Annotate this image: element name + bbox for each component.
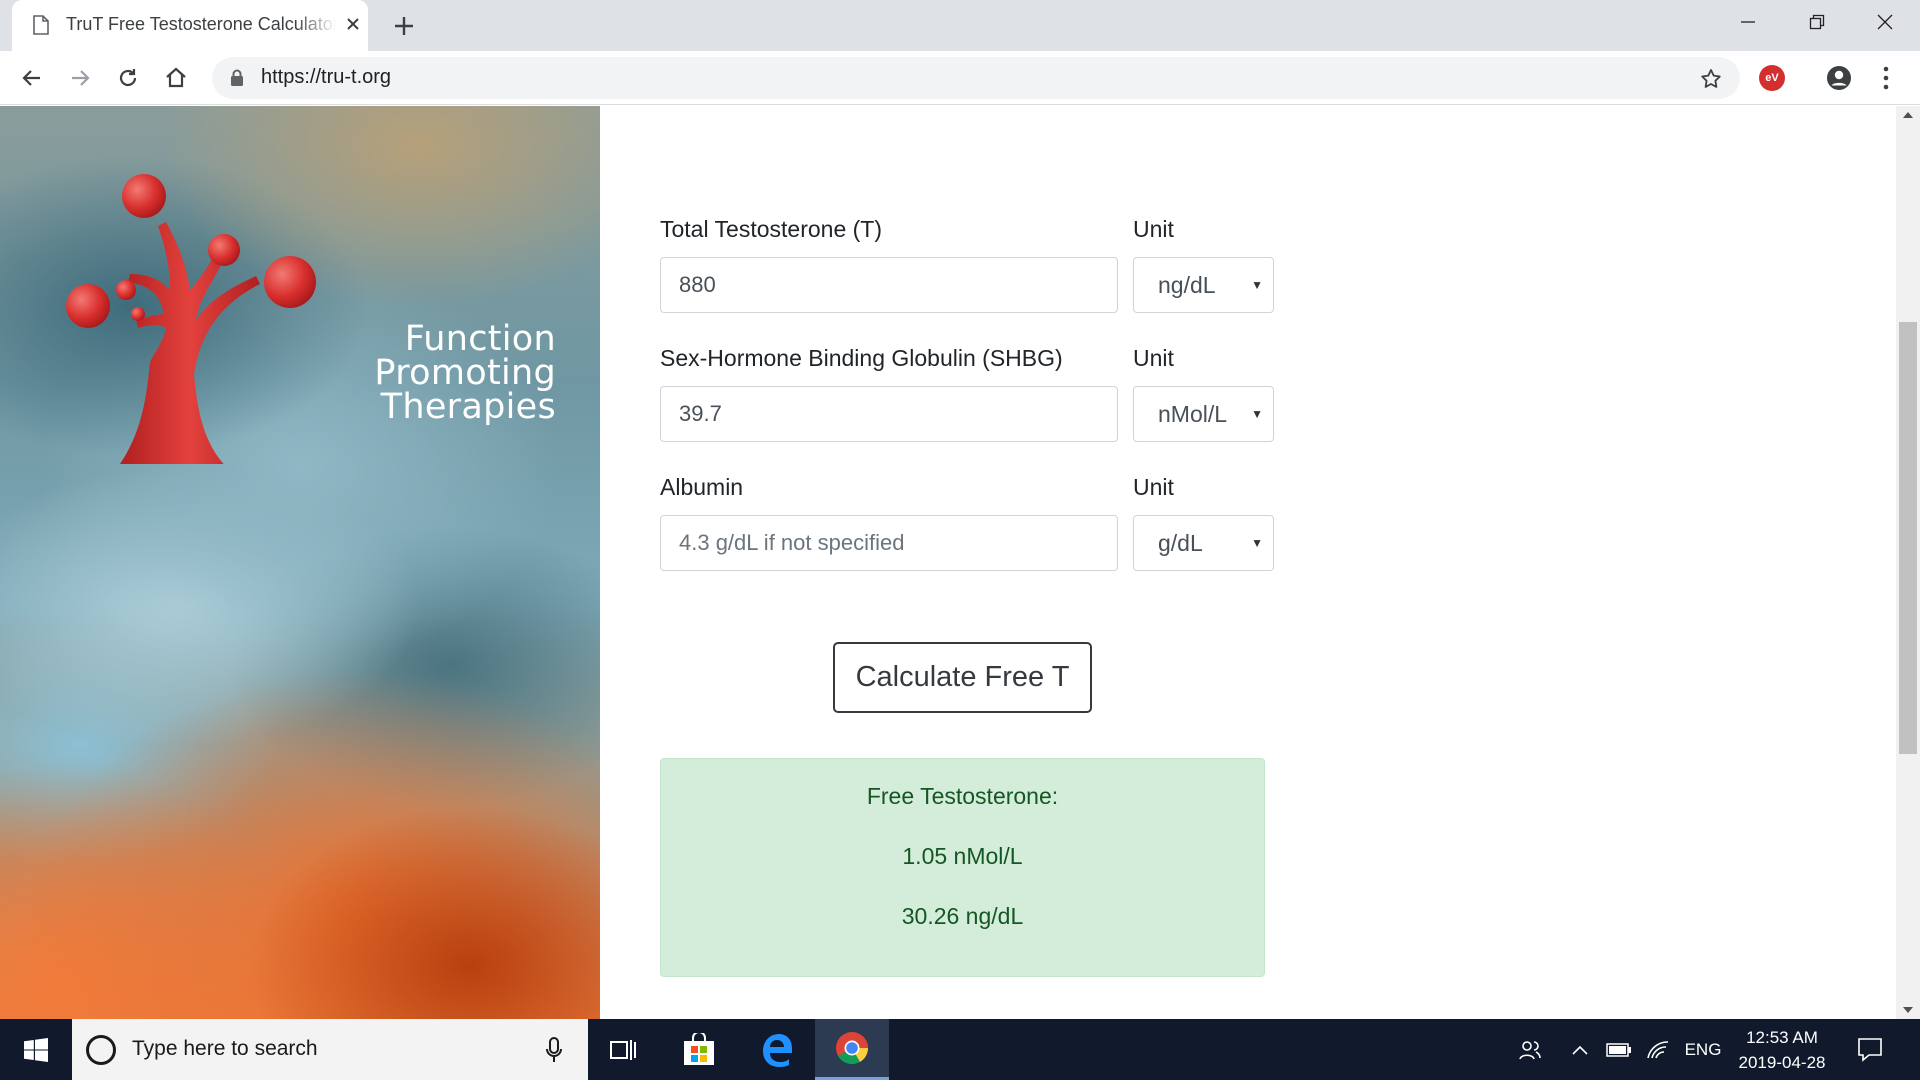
battery-icon xyxy=(1606,1042,1631,1057)
page-viewport: Function Promoting Therapies Total Testo… xyxy=(0,106,1920,1019)
page-icon xyxy=(33,15,49,35)
minimize-icon xyxy=(1741,21,1755,23)
extension-icon[interactable]: eV xyxy=(1759,65,1785,91)
back-button[interactable] xyxy=(17,63,47,93)
browser-tab[interactable]: TruT Free Testosterone Calculator xyxy=(12,0,368,51)
home-button[interactable] xyxy=(161,63,191,93)
hero-panel: Function Promoting Therapies xyxy=(0,106,600,1019)
clock-date: 2019-04-28 xyxy=(1738,1053,1826,1072)
wifi-icon xyxy=(1647,1040,1669,1058)
shbg-unit-value: nMol/L xyxy=(1158,400,1228,427)
caret-down-icon: ▼ xyxy=(1251,407,1263,421)
caret-down-icon: ▼ xyxy=(1251,278,1263,292)
clock[interactable]: 12:53 AM 2019-04-28 xyxy=(1730,1025,1834,1075)
result-heading: Free Testosterone: xyxy=(866,783,1059,809)
reload-button[interactable] xyxy=(113,63,143,93)
scroll-up-arrow-icon[interactable] xyxy=(1903,112,1913,118)
task-view-button[interactable] xyxy=(586,1019,660,1080)
caret-down-icon: ▼ xyxy=(1251,536,1263,550)
shbg-unit-select[interactable]: nMol/L ▼ xyxy=(1133,386,1274,442)
tab-strip: TruT Free Testosterone Calculator xyxy=(0,0,1920,51)
result-panel: Free Testosterone: 1.05 nMol/L 30.26 ng/… xyxy=(660,758,1265,977)
restore-button[interactable] xyxy=(1782,0,1852,44)
taskbar-search[interactable]: Type here to search xyxy=(72,1019,588,1080)
taskbar-search-placeholder: Type here to search xyxy=(132,1037,318,1060)
chrome-button[interactable] xyxy=(815,1019,889,1080)
scroll-thumb[interactable] xyxy=(1899,322,1917,754)
address-bar[interactable]: https://tru-t.org xyxy=(212,57,1740,99)
arrow-left-icon xyxy=(22,70,40,86)
edge-icon xyxy=(763,1033,792,1067)
chevron-up-icon xyxy=(1572,1045,1588,1055)
total-t-input[interactable]: 880 xyxy=(660,257,1118,313)
calculate-free-t-button[interactable]: Calculate Free T xyxy=(833,642,1092,713)
taskbar: Type here to search ENG 12:53 AM 2019-04… xyxy=(0,1019,1920,1080)
store-button[interactable] xyxy=(662,1019,736,1080)
microphone-icon[interactable] xyxy=(544,1036,564,1064)
people-icon xyxy=(1519,1040,1541,1059)
restore-icon xyxy=(1809,14,1825,30)
albumin-input[interactable]: 4.3 g/dL if not specified xyxy=(660,515,1118,571)
page-scrollbar[interactable] xyxy=(1896,106,1920,1019)
albumin-label: Albumin xyxy=(660,474,744,500)
cortana-icon xyxy=(86,1035,116,1065)
result-ngdl: 30.26 ng/dL xyxy=(901,903,1024,929)
reload-icon xyxy=(119,69,137,87)
arrow-right-icon xyxy=(72,70,90,86)
people-button[interactable] xyxy=(1510,1019,1550,1080)
albumin-unit-label: Unit xyxy=(1133,474,1174,500)
result-nmol: 1.05 nMol/L xyxy=(902,843,1023,869)
battery-button[interactable] xyxy=(1602,1019,1636,1080)
logo-line-2: Therapies xyxy=(380,387,556,427)
more-menu-icon[interactable] xyxy=(1876,65,1896,91)
total-t-unit-value: ng/dL xyxy=(1158,271,1216,298)
new-tab-icon[interactable] xyxy=(390,12,418,40)
url-text[interactable]: https://tru-t.org xyxy=(261,66,391,89)
scroll-down-arrow-icon[interactable] xyxy=(1903,1007,1913,1013)
logo-line-1: Function Promoting xyxy=(374,319,556,393)
lock-icon[interactable] xyxy=(230,69,244,87)
start-button[interactable] xyxy=(0,1019,72,1080)
logo-text: Function Promoting Therapies xyxy=(212,319,556,427)
tab-title: TruT Free Testosterone Calculator xyxy=(66,14,336,34)
task-view-icon xyxy=(610,1039,636,1060)
edge-button[interactable] xyxy=(740,1019,814,1080)
minimize-button[interactable] xyxy=(1713,0,1783,44)
forward-button[interactable] xyxy=(65,63,95,93)
total-t-unit-select[interactable]: ng/dL ▼ xyxy=(1133,257,1274,313)
albumin-unit-value: g/dL xyxy=(1158,529,1203,556)
total-t-label: Total Testosterone (T) xyxy=(660,216,883,242)
close-tab-icon[interactable] xyxy=(342,13,364,35)
show-hidden-icons-button[interactable] xyxy=(1565,1019,1595,1080)
albumin-unit-select[interactable]: g/dL ▼ xyxy=(1133,515,1274,571)
bookmark-star-icon[interactable] xyxy=(1699,67,1723,91)
windows-logo-icon xyxy=(24,1037,48,1062)
shbg-input[interactable]: 39.7 xyxy=(660,386,1118,442)
chrome-icon xyxy=(836,1032,869,1065)
network-button[interactable] xyxy=(1642,1019,1674,1080)
close-window-button[interactable] xyxy=(1850,0,1920,44)
browser-toolbar: https://tru-t.org eV xyxy=(0,51,1920,105)
clock-time: 12:53 AM xyxy=(1746,1028,1818,1047)
total-t-unit-label: Unit xyxy=(1133,216,1174,242)
language-indicator[interactable]: ENG xyxy=(1680,1019,1726,1080)
shbg-label: Sex-Hormone Binding Globulin (SHBG) xyxy=(660,345,1063,371)
home-icon xyxy=(166,67,186,88)
close-icon xyxy=(1877,14,1893,30)
notification-center-icon[interactable] xyxy=(1856,1035,1884,1063)
shbg-unit-label: Unit xyxy=(1133,345,1174,371)
profile-icon[interactable] xyxy=(1826,65,1852,91)
store-icon xyxy=(684,1032,714,1065)
